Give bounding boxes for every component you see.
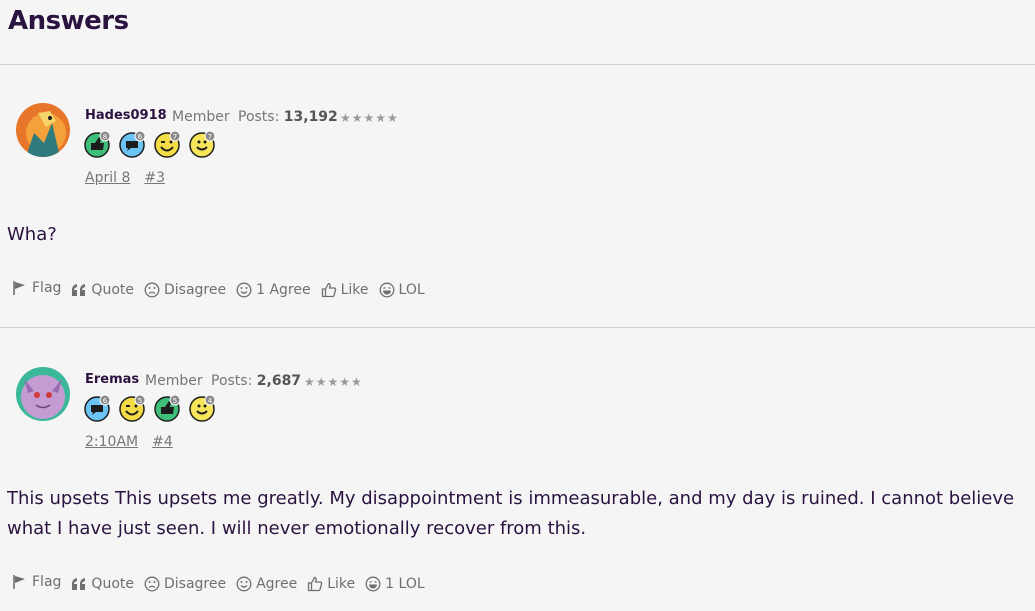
lol-button[interactable]: LOL [379, 282, 425, 298]
comment-permalink[interactable]: #4 [152, 434, 173, 450]
agree-button[interactable]: Agree [236, 576, 297, 592]
lol-label: LOL [398, 282, 425, 298]
lol-button[interactable]: 1 LOL [365, 576, 425, 592]
comment-permalink[interactable]: #3 [144, 170, 165, 186]
smile-icon [236, 282, 252, 298]
svg-text:5: 5 [138, 397, 142, 405]
flag-button[interactable]: Flag [12, 280, 61, 296]
comment-date-link[interactable]: 2:10AM [85, 434, 138, 450]
smile-icon [236, 576, 252, 592]
flag-icon [13, 575, 25, 589]
comment-badge-icon[interactable]: 6 [84, 394, 112, 422]
comment-body: Wha? [7, 224, 57, 245]
flag-label: Flag [32, 574, 62, 590]
svg-text:6: 6 [103, 397, 108, 405]
svg-text:4: 4 [208, 397, 213, 405]
quote-icon [72, 578, 86, 590]
disagree-button[interactable]: Disagree [144, 576, 226, 592]
laugh-icon [365, 576, 381, 592]
thumbs-up-icon [321, 282, 336, 298]
author-name[interactable]: Eremas [85, 372, 139, 387]
comment-body: This upsets This upsets me greatly. My d… [7, 488, 1015, 539]
laugh-icon [379, 282, 394, 298]
thumbs-up-icon [308, 576, 323, 592]
disagree-button[interactable]: Disagree [144, 282, 226, 298]
rank-stars: ★★★★★ [304, 375, 363, 389]
post-count: Posts: 2,687 [211, 373, 302, 389]
divider [0, 64, 1035, 65]
flag-icon [13, 281, 25, 295]
page-title: Answers [8, 6, 129, 36]
divider [0, 327, 1035, 328]
flag-button[interactable]: Flag [12, 574, 61, 590]
like-label: Like [340, 282, 369, 298]
like-badge-icon[interactable]: 5 [154, 394, 182, 422]
post-count: Posts: 13,192 [238, 109, 338, 125]
comment-date-link[interactable]: April 8 [85, 170, 130, 186]
like-badge-icon[interactable]: 8 [84, 130, 112, 158]
quote-button[interactable]: Quote [71, 282, 134, 298]
lol-label: 1 LOL [385, 576, 425, 592]
reaction-bar: Flag Quote Disagree 1 Agree Like LOL [12, 278, 435, 298]
svg-text:7: 7 [208, 133, 212, 141]
like-button[interactable]: Like [321, 282, 369, 298]
agree-label: Agree [256, 576, 298, 592]
like-button[interactable]: Like [307, 576, 355, 592]
quote-icon [72, 284, 86, 296]
flag-label: Flag [32, 280, 62, 296]
smile-badge-icon[interactable]: 7 [189, 130, 217, 158]
agree-label: 1 Agree [256, 282, 311, 298]
reaction-bar: Flag Quote Disagree Agree Like 1 LOL [12, 572, 435, 592]
quote-label: Quote [91, 576, 134, 592]
disagree-label: Disagree [163, 576, 227, 592]
quote-label: Quote [91, 282, 134, 298]
comment-badge-icon[interactable]: 6 [119, 130, 147, 158]
smile-badge-icon[interactable]: 4 [189, 394, 217, 422]
avatar[interactable] [16, 367, 70, 421]
frown-icon [144, 576, 160, 592]
quote-button[interactable]: Quote [71, 576, 134, 592]
avatar[interactable] [16, 103, 70, 157]
svg-text:8: 8 [103, 133, 107, 141]
wink-badge-icon[interactable]: 5 [119, 394, 147, 422]
rank-stars: ★★★★★ [340, 111, 399, 125]
frown-icon [144, 282, 160, 298]
author-role: Member [145, 373, 203, 389]
author-role: Member [172, 109, 230, 125]
agree-button[interactable]: 1 Agree [236, 282, 311, 298]
svg-text:6: 6 [138, 133, 143, 141]
wink-badge-icon[interactable]: 7 [154, 130, 182, 158]
author-name[interactable]: Hades0918 [85, 108, 167, 123]
comment-meta: April 8 #3 [85, 170, 179, 186]
svg-text:7: 7 [173, 133, 177, 141]
comment-meta: 2:10AM #4 [85, 434, 187, 450]
disagree-label: Disagree [163, 282, 227, 298]
like-label: Like [327, 576, 356, 592]
svg-text:5: 5 [173, 397, 177, 405]
